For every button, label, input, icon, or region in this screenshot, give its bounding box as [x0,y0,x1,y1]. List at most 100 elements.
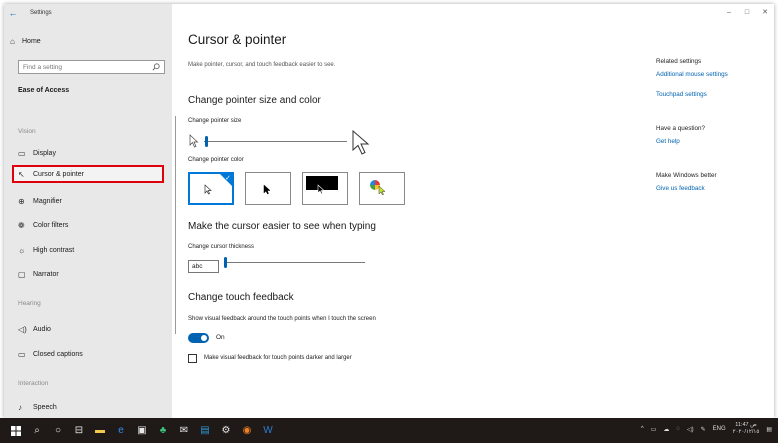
mail-icon[interactable]: ✉ [174,421,194,441]
pointer-size-label: Change pointer size [188,118,242,124]
pointer-color-white[interactable]: ✓ [188,172,234,205]
taskbar: ⌕ ○ ⊟ ▬ e ▣ ♣ ✉ ▤ ⚙ ◉ W ^ ▭ ☁ ◌ ◁) ✎ ENG… [0,418,778,443]
sidebar-item-high-contrast[interactable]: ☼ High contrast [12,241,164,259]
settings-gear-icon[interactable]: ⚙ [216,421,236,441]
app-icon[interactable]: ▤ [195,421,215,441]
page-subtitle: Make pointer, cursor, and touch feedback… [188,62,336,68]
touch-feedback-label: Show visual feedback around the touch po… [188,316,376,322]
section-title: Ease of Access [18,87,70,94]
sidebar-item-label: Display [33,149,56,157]
toggle-state-label: On [216,334,225,341]
system-tray: ^ ▭ ☁ ◌ ◁) ✎ ENG 11:47 ص ٢٠٢٠/١٢/١٥ ▤ [641,422,772,436]
close-icon[interactable]: ✕ [756,4,774,20]
sidebar-item-label: Cursor & pointer [33,170,84,178]
small-pointer-icon [189,134,199,148]
chevron-up-icon[interactable]: ^ [641,426,644,432]
language-indicator[interactable]: ENG [713,426,726,432]
display-icon: ▭ [18,148,26,158]
file-explorer-icon[interactable]: ▬ [90,421,110,441]
sidebar-item-color-filters[interactable]: ❁ Color filters [12,216,164,234]
touch-feedback-toggle[interactable] [188,333,209,343]
app-title: Settings [30,10,52,16]
sidebar-item-closed-captions[interactable]: ▭ Closed captions [12,345,164,363]
black-pointer-icon [263,184,271,195]
cursor-preview-text: abc [192,263,203,270]
store-icon[interactable]: ▣ [132,421,152,441]
narrator-icon: ▢ [18,269,26,279]
additional-mouse-settings-link[interactable]: Additional mouse settings [656,71,728,78]
sidebar-item-label: Color filters [33,221,69,229]
cursor-section-heading: Make the cursor easier to see when typin… [188,221,376,232]
custom-color-wheel-icon [370,180,386,196]
pointer-color-options: ✓ [188,172,405,205]
search-input[interactable]: Find a setting [18,60,165,74]
toggle-knob [201,335,207,341]
pointer-color-custom[interactable] [359,172,405,205]
app-icon[interactable]: ♣ [153,421,173,441]
home-icon: ⌂ [10,37,15,46]
sidebar-item-audio[interactable]: ◁) Audio [12,320,164,338]
back-arrow-icon[interactable]: ← [4,4,22,22]
checkmark-icon: ✓ [225,175,231,182]
touch-section-heading: Change touch feedback [188,292,294,303]
minimize-icon[interactable]: – [720,4,738,20]
clock-time: 11:47 ص [735,422,757,428]
task-view-icon[interactable]: ⊟ [69,421,89,441]
cursor-icon: ↖ [18,169,25,179]
magnifier-icon: ⊕ [18,196,25,206]
pointer-color-label: Change pointer color [188,157,244,163]
cursor-thickness-label: Change cursor thickness [188,244,255,250]
clock[interactable]: 11:47 ص ٢٠٢٠/١٢/١٥ [733,422,760,436]
sidebar-item-label: Audio [33,325,51,333]
home-link[interactable]: ⌂ Home [10,37,41,46]
sidebar-item-narrator[interactable]: ▢ Narrator [12,265,164,283]
group-title-vision: Vision [18,128,36,135]
sidebar-item-magnifier[interactable]: ⊕ Magnifier [12,192,164,210]
pointer-color-inverted[interactable] [302,172,348,205]
network-icon[interactable]: ◌ [676,426,680,432]
clock-date: ٢٠٢٠/١٢/١٥ [732,429,760,435]
search-placeholder: Find a setting [23,63,63,71]
darker-feedback-checkbox[interactable] [188,354,197,363]
get-help-link[interactable]: Get help [656,138,680,145]
pointer-color-black[interactable] [245,172,291,205]
pointer-size-slider-track [204,141,347,142]
cloud-icon[interactable]: ☁ [663,426,669,433]
windows-start-icon[interactable] [6,421,26,441]
sidebar-item-speech[interactable]: ♪ Speech [12,398,164,416]
maximize-icon[interactable]: □ [738,4,756,20]
search-icon [152,63,160,71]
microphone-icon: ♪ [18,402,22,412]
sidebar-item-cursor-pointer[interactable]: ↖ Cursor & pointer [12,165,164,183]
scrollbar[interactable] [175,116,176,334]
home-label: Home [22,38,41,45]
edge-browser-icon[interactable]: e [111,421,131,441]
battery-icon[interactable]: ▭ [651,426,657,433]
sidebar-item-label: Closed captions [33,350,83,358]
pen-icon[interactable]: ✎ [701,426,706,433]
settings-window: ← Settings ⌂ Home Find a setting Ease of… [4,4,774,418]
sidebar: ← Settings ⌂ Home Find a setting Ease of… [4,4,172,418]
title-bar: ← Settings [4,4,172,22]
color-filters-icon: ❁ [18,220,25,230]
sidebar-item-label: High contrast [33,246,75,254]
pointer-size-slider[interactable] [205,136,208,147]
cursor-thickness-slider-track [224,262,365,263]
notifications-icon[interactable]: ▤ [766,426,772,433]
search-icon[interactable]: ⌕ [27,421,47,441]
chrome-icon[interactable]: ◉ [237,421,257,441]
high-contrast-icon: ☼ [18,245,26,255]
cortana-icon[interactable]: ○ [48,421,68,441]
pointer-section-heading: Change pointer size and color [188,95,321,106]
main-content: – □ ✕ Cursor & pointer Make pointer, cur… [172,4,774,418]
large-pointer-icon [352,130,370,155]
give-feedback-link[interactable]: Give us feedback [656,185,705,192]
captions-icon: ▭ [18,349,26,359]
question-heading: Have a question? [656,125,706,132]
cursor-thickness-slider[interactable] [224,257,227,268]
sidebar-item-display[interactable]: ▭ Display [12,144,164,162]
feedback-heading: Make Windows better [656,172,717,179]
touchpad-settings-link[interactable]: Touchpad settings [656,91,707,98]
volume-icon[interactable]: ◁) [687,426,694,433]
word-icon[interactable]: W [258,421,278,441]
